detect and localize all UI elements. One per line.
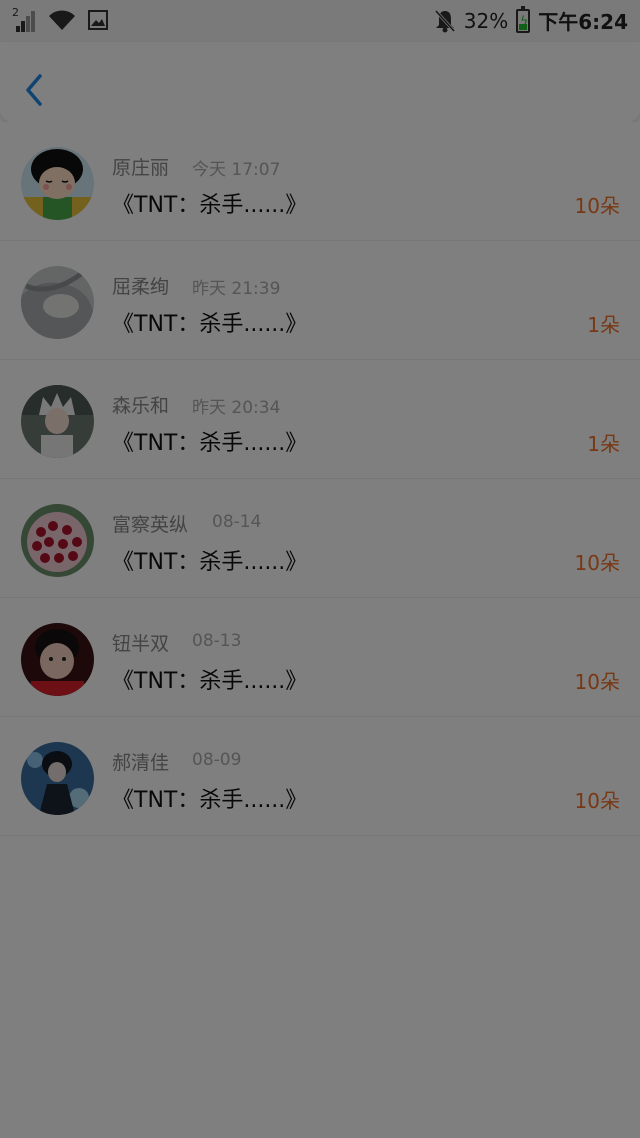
sender-name: 屈柔绚 — [112, 276, 170, 298]
back-chevron-icon[interactable] — [20, 72, 48, 108]
gift-amount: 10朵 — [574, 551, 620, 575]
grey-portrait-avatar — [21, 266, 94, 339]
send-date: 08-14 — [212, 512, 262, 532]
send-date: 昨天 21:39 — [192, 279, 281, 299]
sender-name: 森乐和 — [112, 395, 170, 417]
gift-title: 《TNT：杀手......》 — [112, 431, 308, 456]
gift-record-list: 原庄丽 今天 17:07 《TNT：杀手......》 10朵 屈柔绚 昨天 2… — [0, 122, 640, 836]
wifi-icon — [49, 10, 75, 30]
image-notification-icon — [88, 10, 108, 30]
list-item[interactable]: 钮半双 08-13 《TNT：杀手......》 10朵 — [0, 598, 640, 717]
sender-name: 钮半双 — [112, 633, 170, 655]
gift-amount: 10朵 — [574, 789, 620, 813]
list-item[interactable]: 森乐和 昨天 20:34 《TNT：杀手......》 1朵 — [0, 360, 640, 479]
header — [0, 42, 640, 122]
send-date: 08-13 — [192, 631, 242, 651]
sender-name: 郝清佳 — [112, 752, 170, 774]
gift-amount: 10朵 — [574, 670, 620, 694]
battery-icon: ϟ — [516, 5, 531, 33]
clock: 下午6:24 — [538, 10, 628, 34]
status-bar: 2 32% ϟ 下午6:24 — [0, 0, 640, 42]
child-avatar — [21, 623, 94, 696]
cartoon-girl-avatar — [21, 147, 94, 220]
send-date: 08-09 — [192, 750, 242, 770]
status-left: 2 — [12, 6, 108, 32]
gift-amount: 10朵 — [574, 194, 620, 218]
sender-name: 富察英纵 — [112, 514, 189, 536]
list-item[interactable]: 富察英纵 08-14 《TNT：杀手......》 10朵 — [0, 479, 640, 598]
send-date: 今天 17:07 — [192, 160, 281, 180]
screen: 2 32% ϟ 下午6:24 原庄丽 今天 17:07 《TNT：杀手.....… — [0, 0, 640, 1138]
battery-percent: 32% — [463, 8, 509, 33]
gift-title: 《TNT：杀手......》 — [112, 788, 308, 813]
gift-title: 《TNT：杀手......》 — [112, 669, 308, 694]
anime-avatar — [21, 742, 94, 815]
gift-title: 《TNT：杀手......》 — [112, 312, 308, 337]
gift-title: 《TNT：杀手......》 — [112, 193, 308, 218]
list-item[interactable]: 郝清佳 08-09 《TNT：杀手......》 10朵 — [0, 717, 640, 836]
status-right: 32% ϟ 下午6:24 — [434, 5, 628, 35]
cellular-signal-icon: 2 — [12, 6, 36, 32]
send-date: 昨天 20:34 — [192, 398, 281, 418]
white-hair-avatar — [21, 385, 94, 458]
flower-avatar — [21, 504, 94, 577]
sim-label: 2 — [12, 6, 19, 19]
notifications-muted-icon — [434, 9, 455, 32]
gift-title: 《TNT：杀手......》 — [112, 550, 308, 575]
gift-amount: 1朵 — [587, 432, 620, 456]
list-item[interactable]: 屈柔绚 昨天 21:39 《TNT：杀手......》 1朵 — [0, 241, 640, 360]
sender-name: 原庄丽 — [112, 157, 170, 179]
list-item[interactable]: 原庄丽 今天 17:07 《TNT：杀手......》 10朵 — [0, 122, 640, 241]
gift-amount: 1朵 — [587, 313, 620, 337]
